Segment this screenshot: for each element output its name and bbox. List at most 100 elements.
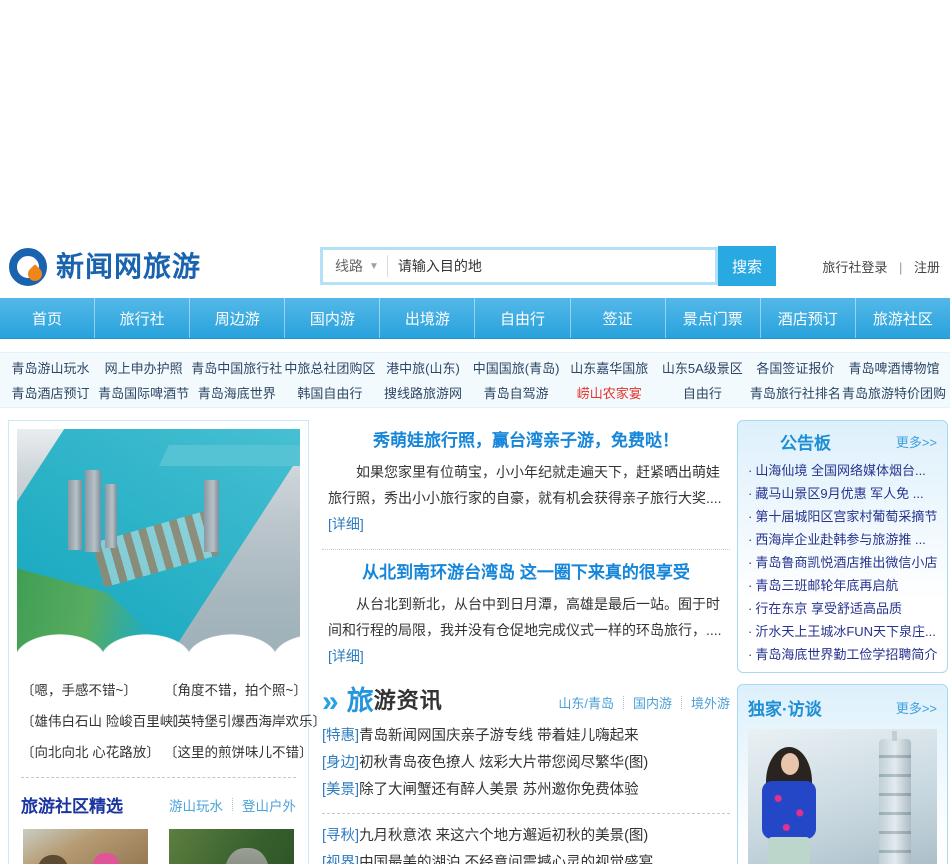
nav-item-home[interactable]: 首页 <box>0 298 94 338</box>
detail-link[interactable]: [详细] <box>328 516 364 532</box>
announcement-item[interactable]: · 藏马山景区9月优惠 军人免 ... <box>748 482 937 505</box>
quick-link[interactable]: 青岛旅行社排名 <box>749 383 842 402</box>
photo-tower <box>84 470 101 553</box>
caption-link[interactable]: 〔角度不错，拍个照~〕 <box>164 679 308 699</box>
double-arrow-icon: » <box>322 685 339 718</box>
nav-item-domestic[interactable]: 国内游 <box>284 298 379 338</box>
tab-hiking-outdoor[interactable]: 登山户外 <box>242 795 296 815</box>
search-category-dropdown[interactable]: 线路 ▼ <box>323 255 388 277</box>
community-thumbnails <box>9 827 308 864</box>
quick-link[interactable]: 青岛游山玩水 <box>4 358 97 377</box>
nav-item-agency[interactable]: 旅行社 <box>94 298 189 338</box>
quick-link[interactable]: 青岛自驾游 <box>470 383 563 402</box>
caption-link[interactable]: 〔英特堡引爆西海岸欢乐〕 <box>164 710 326 730</box>
quick-link[interactable]: 青岛旅游特价团购 <box>842 383 946 402</box>
photo-tower <box>67 479 82 550</box>
quick-link[interactable]: 青岛啤酒博物馆 <box>842 358 946 377</box>
nav-item-visa[interactable]: 签证 <box>569 298 665 338</box>
quick-link[interactable]: 山东5A级景区 <box>656 358 749 377</box>
news-item[interactable]: [身边]初秋青岛夜色撩人 炫彩大片带您阅尽繁华(图) <box>322 750 730 777</box>
caption-link[interactable]: 〔这里的煎饼味儿不错〕 <box>164 741 313 761</box>
interview-photo-taipei101-model[interactable] <box>748 729 937 864</box>
tab-shandong-qingdao[interactable]: 山东/青岛 <box>558 693 614 712</box>
quick-link[interactable]: 中国国旅(青岛) <box>470 358 563 377</box>
community-thumbnail-cat[interactable] <box>169 829 294 864</box>
announcement-item[interactable]: · 第十届城阳区宫家村葡萄采摘节 <box>748 505 937 528</box>
announcement-list: · 山海仙境 全国网络媒体烟台... · 藏马山景区9月优惠 军人免 ... · 第十… <box>748 459 937 666</box>
search-input[interactable] <box>387 252 715 280</box>
announcement-item[interactable]: · 西海岸企业赴韩参与旅游推 ... <box>748 528 937 551</box>
tab-overseas[interactable]: 境外游 <box>691 693 730 712</box>
announcement-item[interactable]: · 青岛鲁商凯悦酒店推出微信小店 <box>748 551 937 574</box>
quick-link[interactable]: 搜线路旅游网 <box>376 383 469 402</box>
interview-more-link[interactable]: 更多>> <box>896 698 937 717</box>
feature-headline-2[interactable]: 从北到南环游台湾岛 这一圈下来真的很享受 <box>322 562 730 584</box>
nav-item-independent[interactable]: 自由行 <box>474 298 569 338</box>
quick-link[interactable]: 山东嘉华国旅 <box>563 358 656 377</box>
news-section-title: 游资讯 <box>373 688 443 713</box>
announcement-item[interactable]: · 青岛海底世界勤工俭学招聘简介 <box>748 643 937 666</box>
community-section-title: 旅游社区精选 <box>21 797 123 816</box>
right-column: 公告板 更多>> · 山海仙境 全国网络媒体烟台... · 藏马山景区9月优惠 军人… <box>737 420 948 864</box>
news-item[interactable]: [视界]中国最美的湖泊 不经意间震撼心灵的视觉盛宴 <box>322 850 730 864</box>
search-button[interactable]: 搜索 <box>718 246 776 286</box>
community-tabs: 游山玩水 登山户外 <box>169 795 296 815</box>
nav-item-outbound[interactable]: 出境游 <box>379 298 474 338</box>
auth-links: 旅行社登录 | 注册 <box>822 257 940 276</box>
quick-link[interactable]: 网上申办护照 <box>97 358 190 377</box>
featured-photo-qingdao-coast[interactable] <box>17 429 300 659</box>
nav-item-hotel[interactable]: 酒店预订 <box>759 298 855 338</box>
announcement-item[interactable]: · 沂水天上王城冰FUN天下泉庄... <box>748 620 937 643</box>
board-more-link[interactable]: 更多>> <box>896 432 937 451</box>
tab-mountain-water[interactable]: 游山玩水 <box>169 795 223 815</box>
photo-tower <box>104 484 117 549</box>
caption-link[interactable]: 〔向北向北 心花路放〕 <box>21 741 164 761</box>
announcement-board-header: 公告板 更多>> <box>748 429 937 454</box>
news-item[interactable]: [美景]除了大闸蟹还有醉人美景 苏州邀你免费体验 <box>322 777 730 804</box>
photo-person-shorts <box>768 837 810 864</box>
nav-item-tickets[interactable]: 景点门票 <box>664 298 760 338</box>
register-link[interactable]: 注册 <box>914 260 940 275</box>
announcement-board-title: 公告板 <box>780 434 831 453</box>
interview-panel: 独家·访谈 更多>> <box>737 684 948 864</box>
quick-link[interactable]: 韩国自由行 <box>283 383 376 402</box>
quick-link[interactable]: 青岛酒店预订 <box>4 383 97 402</box>
tab-divider <box>622 696 624 709</box>
quick-link[interactable]: 各国签证报价 <box>749 358 842 377</box>
feature-headline-1[interactable]: 秀萌娃旅行照，赢台湾亲子游，免费哒！ <box>322 430 730 452</box>
announcement-item[interactable]: · 行在东京 享受舒适高品质 <box>748 597 937 620</box>
dotted-divider <box>322 549 730 550</box>
quick-link[interactable]: 青岛国际啤酒节 <box>97 383 190 402</box>
search-box: 线路 ▼ <box>320 247 718 285</box>
agency-login-link[interactable]: 旅行社登录 <box>822 260 887 275</box>
tab-divider <box>680 696 682 709</box>
photo-person-shirt <box>762 781 816 839</box>
photo-bay-area <box>159 445 300 466</box>
announcement-item[interactable]: · 山海仙境 全国网络媒体烟台... <box>748 459 937 482</box>
community-section-header: 旅游社区精选 游山玩水 登山户外 <box>9 778 308 827</box>
site-logo[interactable]: 新闻网旅游 <box>8 245 201 286</box>
caption-link[interactable]: 〔雄伟白石山 险峻百里峡〕 <box>21 710 187 730</box>
news-item[interactable]: [特惠]青岛新闻网国庆亲子游专线 带着娃儿嗨起来 <box>322 723 730 750</box>
photo-tower-model <box>879 731 911 864</box>
announcement-item[interactable]: · 青岛三班邮轮年底再启航 <box>748 574 937 597</box>
travel-portal-page: 新闻网旅游 线路 ▼ 搜索 旅行社登录 | 注册 首页 旅行社 周边游 国内游 … <box>0 0 950 864</box>
quick-link[interactable]: 中旅总社团购区 <box>283 358 376 377</box>
community-thumbnail-archway[interactable] <box>23 829 148 864</box>
quick-link-highlighted[interactable]: 崂山农家宴 <box>563 383 656 402</box>
quick-link[interactable]: 自由行 <box>656 383 749 402</box>
detail-link[interactable]: [详细] <box>328 648 364 664</box>
tab-domestic[interactable]: 国内游 <box>633 693 672 712</box>
news-item[interactable]: [寻秋]九月秋意浓 来这六个地方邂逅初秋的美景(图) <box>322 823 730 850</box>
center-column: 秀萌娃旅行照，赢台湾亲子游，免费哒！ 如果您家里有位萌宝，小小年纪就走遍天下，赶… <box>322 420 730 864</box>
nav-item-community[interactable]: 旅游社区 <box>854 298 950 338</box>
caption-link[interactable]: 〔嗯，手感不错~〕 <box>21 679 164 699</box>
quick-link[interactable]: 港中旅(山东) <box>376 358 469 377</box>
feature-summary-2: 从台北到新北，从台中到日月潭，高雄是最后一站。囿于时间和行程的局限，我并没有仓促… <box>328 596 722 664</box>
news-tabs: 山东/青岛 国内游 境外游 <box>558 693 730 715</box>
nav-item-nearby[interactable]: 周边游 <box>189 298 284 338</box>
photo-caption-links: 〔嗯，手感不错~〕 〔角度不错，拍个照~〕 〔雄伟白石山 险峻百里峡〕 〔英特堡… <box>9 667 326 768</box>
quick-link[interactable]: 青岛中国旅行社 <box>190 358 283 377</box>
quick-link[interactable]: 青岛海底世界 <box>190 383 283 402</box>
announcement-board: 公告板 更多>> · 山海仙境 全国网络媒体烟台... · 藏马山景区9月优惠 军人… <box>737 420 948 673</box>
